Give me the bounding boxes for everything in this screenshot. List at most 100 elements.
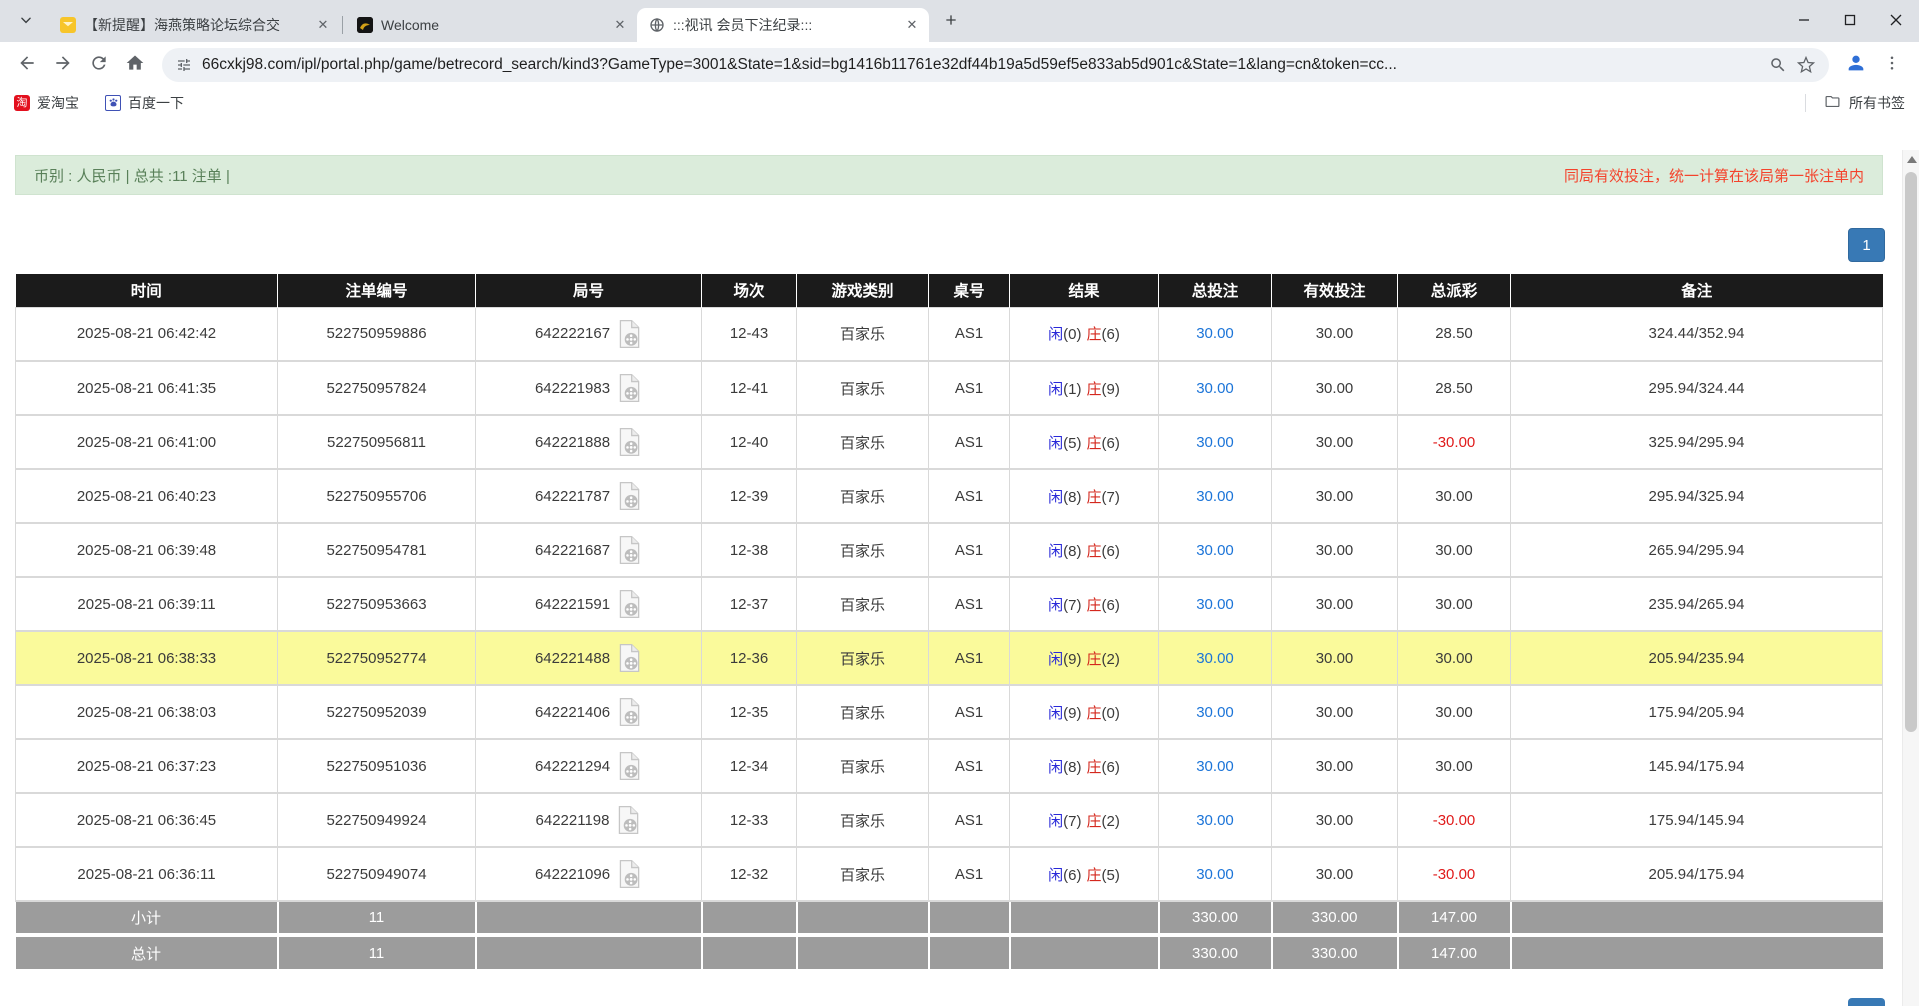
total-bet-link[interactable]: 30.00 [1196,380,1234,397]
player-result: 闲 [1048,543,1063,560]
tab-search-button[interactable] [12,7,40,35]
bet-row: 2025-08-21 06:38:03522750952039642221406… [16,685,1883,739]
video-icon[interactable] [616,373,642,403]
table-header: 时间 注单编号 局号 场次 游戏类别 桌号 结果 总投注 有效投注 总派彩 备注 [16,274,1883,307]
menu-button[interactable] [1875,48,1909,82]
round-cell: 642222167 [476,307,702,361]
video-icon[interactable] [616,697,642,727]
column-header-total-bet: 总投注 [1159,274,1272,307]
video-icon[interactable] [616,643,642,673]
profile-avatar-icon [1845,52,1867,77]
total-bet-link[interactable]: 30.00 [1196,866,1234,883]
vertical-scrollbar[interactable] [1902,150,1919,1006]
total-valid-bet: 330.00 [1272,935,1398,969]
note-cell: 295.94/324.44 [1511,361,1883,415]
player-result: 闲 [1048,435,1063,452]
payout-cell: -30.00 [1398,847,1511,901]
total-bet-link[interactable]: 30.00 [1196,542,1234,559]
payout-cell: 30.00 [1398,685,1511,739]
bet-row: 2025-08-21 06:41:00522750956811642221888… [16,415,1883,469]
total-bet-link[interactable]: 30.00 [1196,704,1234,721]
tab-welcome[interactable]: Welcome ✕ [345,8,637,42]
minimize-button[interactable] [1781,0,1827,40]
total-bet-link[interactable]: 30.00 [1196,325,1234,342]
video-icon[interactable] [616,481,642,511]
session-cell: 12-33 [702,793,797,847]
payout-cell: 30.00 [1398,577,1511,631]
total-bet-cell: 30.00 [1159,469,1272,523]
table-no-cell: AS1 [929,415,1010,469]
total-bet-cell: 30.00 [1159,361,1272,415]
player-result: 闲 [1048,597,1063,614]
valid-bet-cell: 30.00 [1272,307,1398,361]
video-icon[interactable] [616,535,642,565]
bet-id-cell: 522750954781 [278,523,476,577]
site-settings-icon[interactable] [176,57,192,73]
video-icon[interactable] [616,319,642,349]
profile-button[interactable] [1839,48,1873,82]
payout-cell: 30.00 [1398,739,1511,793]
video-icon[interactable] [616,859,642,889]
bet-table-body: 2025-08-21 06:42:42522750959886642222167… [16,307,1883,901]
home-button[interactable] [118,48,152,82]
mail-icon [60,17,76,33]
note-cell: 324.44/352.94 [1511,307,1883,361]
total-bet-link[interactable]: 30.00 [1196,488,1234,505]
game-cell: 百家乐 [797,685,929,739]
video-icon[interactable] [615,805,641,835]
close-icon[interactable]: ✕ [314,16,332,34]
tab-forum[interactable]: 【新提醒】海燕策略论坛综合交 ✕ [48,8,340,42]
new-tab-button[interactable] [937,7,965,35]
bookmark-baidu[interactable]: 百度一下 [105,93,184,113]
time-cell: 2025-08-21 06:39:48 [16,523,278,577]
all-bookmarks-label[interactable]: 所有书签 [1849,93,1905,113]
result-cell: 闲(1)庄(9) [1010,361,1159,415]
scrollbar-thumb[interactable] [1905,172,1917,732]
maximize-button[interactable] [1827,0,1873,40]
bet-row: 2025-08-21 06:37:23522750951036642221294… [16,739,1883,793]
banker-result: 庄 [1087,489,1102,506]
tab-bet-records-active[interactable]: :::视讯 会员下注纪录::: ✕ [637,8,929,42]
close-icon[interactable]: ✕ [611,16,629,34]
game-cell: 百家乐 [797,415,929,469]
reload-button[interactable] [82,48,116,82]
subtotal-row: 小计 11 330.00 330.00 147.00 [16,901,1883,935]
video-icon[interactable] [616,589,642,619]
table-no-cell: AS1 [929,469,1010,523]
tab-title: :::视讯 会员下注纪录::: [673,15,895,35]
round-id: 642221888 [535,434,610,451]
payout-cell: -30.00 [1398,415,1511,469]
total-bet-link[interactable]: 30.00 [1196,812,1234,829]
close-icon[interactable]: ✕ [903,16,921,34]
back-button[interactable] [10,48,44,82]
banker-result: 庄 [1087,435,1102,452]
zoom-icon[interactable] [1769,56,1787,74]
pagination-page-button[interactable]: 1 [1848,228,1885,262]
url-text[interactable]: 66cxkj98.com/ipl/portal.php/game/betreco… [202,56,1759,74]
bookmark-star-icon[interactable] [1797,56,1815,74]
subtotal-count: 11 [278,901,476,935]
session-cell: 12-39 [702,469,797,523]
total-bet-link[interactable]: 30.00 [1196,758,1234,775]
total-bet-link[interactable]: 30.00 [1196,596,1234,613]
address-bar[interactable]: 66cxkj98.com/ipl/portal.php/game/betreco… [162,48,1829,82]
bookmark-taobao[interactable]: 淘 爱淘宝 [14,93,79,113]
total-bet-link[interactable]: 30.00 [1196,650,1234,667]
result-cell: 闲(8)庄(6) [1010,523,1159,577]
pagination-bottom-button[interactable] [1848,998,1885,1006]
video-icon[interactable] [616,427,642,457]
table-no-cell: AS1 [929,685,1010,739]
total-bet-cell: 30.00 [1159,307,1272,361]
scroll-up-icon[interactable] [1907,156,1917,163]
close-button[interactable] [1873,0,1919,40]
time-cell: 2025-08-21 06:41:35 [16,361,278,415]
note-cell: 295.94/325.94 [1511,469,1883,523]
currency-summary-text: 币别 : 人民币 | 总共 :11 注单 | [34,165,230,186]
empty-cell [929,935,1010,969]
forward-button[interactable] [46,48,80,82]
video-icon[interactable] [616,751,642,781]
total-bet-link[interactable]: 30.00 [1196,434,1234,451]
bet-row: 2025-08-21 06:39:48522750954781642221687… [16,523,1883,577]
session-cell: 12-40 [702,415,797,469]
round-cell: 642221591 [476,577,702,631]
